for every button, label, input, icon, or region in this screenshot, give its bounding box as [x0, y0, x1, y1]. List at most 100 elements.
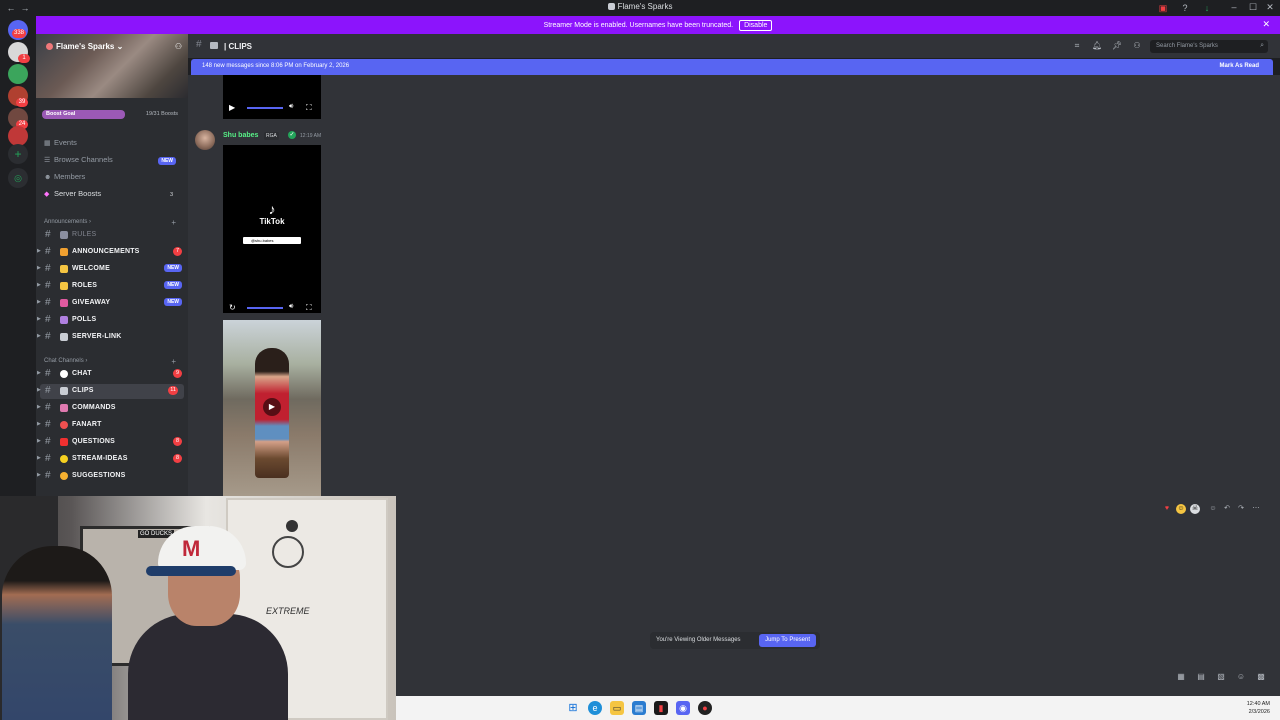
search-input[interactable]: Search Flame's Sparks ⌕: [1150, 40, 1268, 53]
skull-reaction-icon[interactable]: ☠: [1190, 504, 1200, 514]
server-icon[interactable]: [8, 64, 28, 84]
channel-questions[interactable]: ▶ # QUESTIONS 8: [36, 435, 188, 450]
menu-members[interactable]: ☻ Members: [44, 172, 182, 186]
close-window-button[interactable]: ✕: [1262, 2, 1278, 13]
play-icon[interactable]: ▶: [229, 103, 235, 112]
smile-reaction-icon[interactable]: ☺: [1176, 504, 1186, 514]
maximize-button[interactable]: ☐: [1245, 2, 1261, 13]
sticker-icon[interactable]: ▧: [1216, 672, 1226, 682]
video-thumbnail[interactable]: ▶: [223, 320, 321, 496]
avatar[interactable]: [195, 130, 215, 150]
cap-logo: M: [182, 536, 200, 561]
channel-emoji-icon: [60, 282, 68, 290]
more-options-icon[interactable]: ⋯: [1251, 504, 1261, 514]
mark-as-read-button[interactable]: Mark As Read: [1220, 63, 1259, 69]
obs-icon[interactable]: ●: [698, 701, 712, 715]
new-messages-bar[interactable]: 148 new messages since 8:06 PM on Februa…: [191, 59, 1273, 75]
channel-fanart[interactable]: ▶ # FANART: [36, 418, 188, 433]
message-author[interactable]: Shu babes: [223, 132, 258, 139]
channel-stream-ideas[interactable]: ▶ # STREAM-IDEAS 8: [36, 452, 188, 467]
question-icon: [60, 438, 68, 446]
app-icon: [607, 3, 615, 10]
download-icon[interactable]: ↓: [1202, 3, 1212, 13]
hash-icon: #: [45, 263, 51, 274]
threads-icon[interactable]: ⌗: [1072, 41, 1082, 51]
volume-slider[interactable]: [247, 307, 283, 309]
thinking-face-icon: [60, 472, 68, 480]
boost-goal-bar[interactable]: Boost Goal 19/31 Boosts: [42, 110, 178, 119]
unread-badge: 7: [173, 247, 182, 256]
channel-roles[interactable]: ▶ # ROLES NEW: [36, 279, 188, 294]
channel-rules[interactable]: # RULES: [36, 228, 188, 243]
windows-start-icon[interactable]: ⊞: [566, 701, 580, 715]
unread-badge: 11: [168, 386, 178, 395]
discord-icon[interactable]: ◉: [676, 701, 690, 715]
volume-icon[interactable]: 🔊︎: [289, 303, 293, 311]
play-icon[interactable]: ▶: [263, 398, 281, 416]
forward-icon[interactable]: ↷: [1236, 504, 1246, 514]
add-channel-icon[interactable]: +: [171, 218, 176, 227]
browse-icon: ☰: [44, 157, 51, 164]
chevron-right-icon: ▶: [37, 455, 41, 461]
apps-icon[interactable]: ▩: [1256, 672, 1266, 682]
edge-browser-icon[interactable]: e: [588, 701, 602, 715]
tiktok-wordmark: TikTok: [259, 217, 285, 226]
menu-browse-channels[interactable]: ☰ Browse Channels NEW: [44, 155, 182, 169]
channel-giveaway[interactable]: ▶ # GIVEAWAY NEW: [36, 296, 188, 311]
channel-suggestions[interactable]: ▶ # SUGGESTIONS: [36, 469, 188, 484]
boost-count-badge: 3: [169, 192, 174, 198]
member-list-icon[interactable]: ⚇: [1132, 41, 1142, 51]
help-icon[interactable]: ?: [1180, 3, 1190, 13]
menu-server-boosts[interactable]: ◆ Server Boosts 3: [44, 189, 182, 203]
server-icon[interactable]: [8, 126, 28, 146]
channel-title: | CLIPS: [224, 42, 253, 51]
hash-icon: #: [45, 229, 51, 240]
channel-polls[interactable]: ▶ # POLLS: [36, 313, 188, 328]
emoji-icon[interactable]: ☺: [1236, 672, 1246, 682]
heart-reaction-icon[interactable]: ♥: [1162, 504, 1172, 514]
channel-clips[interactable]: ▶ # CLIPS 11: [37, 384, 184, 399]
fullscreen-icon[interactable]: ⛶: [306, 103, 312, 113]
channel-commands[interactable]: ▶ # COMMANDS: [36, 401, 188, 416]
message-list: ▶ 🔊︎ ⛶ Shu babes RGA ✓ 12:19 AM ♪ TikTok…: [188, 75, 1280, 496]
reply-icon[interactable]: ↶: [1222, 504, 1232, 514]
channel-chat[interactable]: ▶ # CHAT 9: [36, 367, 188, 382]
add-server-icon[interactable]: +: [8, 144, 28, 164]
jump-to-present-button[interactable]: Jump To Present: [759, 634, 816, 647]
volume-slider[interactable]: [247, 107, 283, 109]
pin-icon[interactable]: 📌︎: [1112, 41, 1122, 51]
replay-icon[interactable]: ↻: [229, 303, 236, 312]
taskbar: ⊞ e ▭ ▤ ▮ ◉ ● 12:40 AM 2/3/2026: [396, 696, 1280, 720]
message-timestamp: 12:19 AM: [300, 133, 322, 139]
invite-people-icon[interactable]: ⚇: [175, 42, 182, 51]
new-badge: NEW: [164, 281, 182, 289]
file-explorer-icon[interactable]: ▭: [610, 701, 624, 715]
menu-events[interactable]: ▦ Events: [44, 138, 182, 152]
channel-welcome[interactable]: ▶ # WELCOME NEW: [36, 262, 188, 277]
inbox-icon[interactable]: ▣: [1158, 3, 1168, 13]
tiktok-video-attachment[interactable]: ♪ TikTok @shu.babes ↻ 🔊︎ ⛶: [223, 145, 321, 313]
add-channel-icon[interactable]: +: [171, 357, 176, 366]
unread-badge: 8: [173, 437, 182, 446]
compass-icon[interactable]: ◎: [8, 168, 28, 188]
notifications-icon[interactable]: 🔔︎: [1092, 41, 1102, 51]
add-reaction-icon[interactable]: ☺: [1208, 504, 1218, 514]
video-attachment[interactable]: ▶ 🔊︎ ⛶: [223, 75, 321, 119]
server-rail: 338 1 39 24 + ◎: [0, 16, 36, 496]
category-announcements[interactable]: Announcements › +: [44, 218, 182, 227]
category-chat-channels[interactable]: Chat Channels › +: [44, 357, 182, 366]
channel-server-link[interactable]: ▶ # SERVER-LINK: [36, 330, 188, 345]
system-clock[interactable]: 12:40 AM 2/3/2026: [1247, 700, 1270, 716]
disable-button[interactable]: Disable: [739, 20, 773, 31]
gif-icon[interactable]: ▤: [1196, 672, 1206, 682]
gift-icon[interactable]: ▦: [1176, 672, 1186, 682]
volume-icon[interactable]: 🔊︎: [289, 103, 293, 111]
app-icon[interactable]: ▮: [654, 701, 668, 715]
server-name[interactable]: Flame's Sparks ⌄: [46, 42, 123, 51]
fullscreen-icon[interactable]: ⛶: [306, 303, 312, 313]
server-banner[interactable]: Flame's Sparks ⌄ ⚇: [36, 34, 188, 98]
close-banner-icon[interactable]: ✕: [1262, 19, 1270, 30]
store-icon[interactable]: ▤: [632, 701, 646, 715]
minimize-button[interactable]: –: [1226, 2, 1242, 12]
channel-announcements[interactable]: ▶ # ANNOUNCEMENTS 7: [36, 245, 188, 260]
